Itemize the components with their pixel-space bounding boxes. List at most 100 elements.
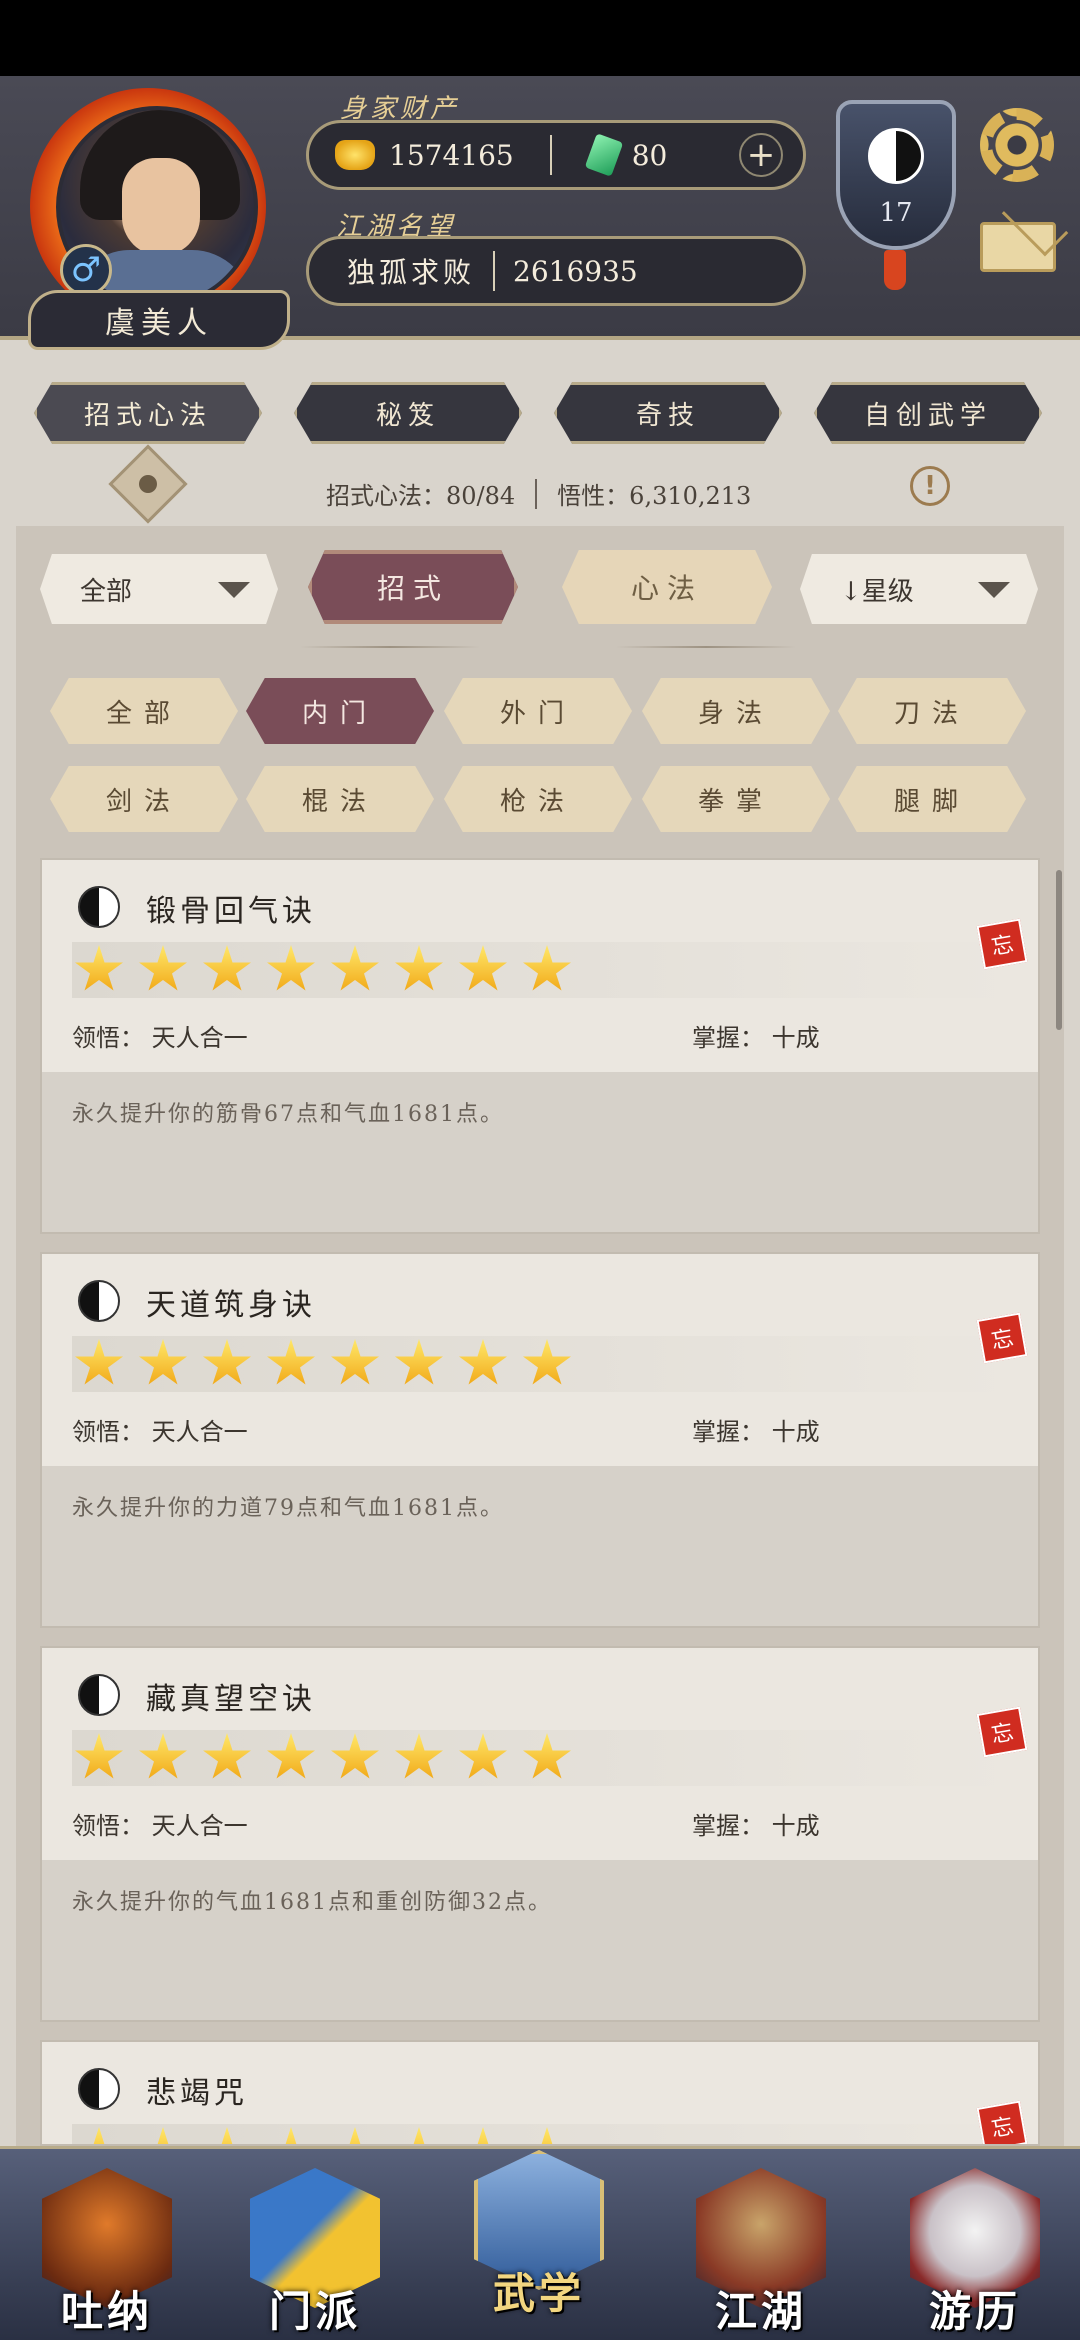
tab-mind-arts[interactable]: 心法 (562, 550, 772, 624)
star-icon (523, 945, 571, 991)
skill-card[interactable]: 藏真望空诀 领悟： 天人合一 掌握： 十成 永久提升你的气血1681点和重创防御… (40, 1646, 1040, 2022)
chip-outer[interactable]: 外门 (444, 678, 632, 744)
chip-kick[interactable]: 腿脚 (838, 766, 1026, 832)
category-dropdown-value: 全部 (80, 576, 133, 607)
star-icon (139, 945, 187, 991)
skill-card[interactable]: 天道筑身诀 领悟： 天人合一 掌握： 十成 永久提升你的力道79点和气血1681… (40, 1252, 1040, 1628)
chip-movement[interactable]: 身法 (642, 678, 830, 744)
star-icon (75, 1339, 123, 1385)
nav-label: 武学 (492, 2269, 585, 2318)
star-icon (267, 1733, 315, 1779)
ornament-divider (616, 646, 796, 648)
star-rating (72, 2124, 1012, 2144)
yin-yang-icon (78, 1674, 120, 1716)
sort-dropdown[interactable]: ↓星级 (800, 554, 1038, 624)
chevron-down-icon (218, 582, 250, 598)
star-icon (459, 1339, 507, 1385)
star-icon (139, 2127, 187, 2144)
star-icon (523, 2127, 571, 2144)
tassel-decoration (884, 250, 906, 290)
yin-yang-icon (78, 2068, 120, 2110)
star-icon (395, 2127, 443, 2144)
star-icon (331, 1733, 379, 1779)
fame-pill: 独孤求败 2616935 (306, 236, 806, 306)
comprehension-level: 领悟： 天人合一 (72, 1812, 248, 1840)
star-icon (331, 1339, 379, 1385)
tab-secret-manuals[interactable]: 秘笈 (294, 382, 522, 444)
nav-travel[interactable]: 游历 (900, 2168, 1050, 2338)
star-icon (203, 1733, 251, 1779)
forget-button[interactable]: 忘 (976, 2100, 1028, 2144)
skill-title: 锻骨回气诀 (146, 894, 316, 929)
chip-all[interactable]: 全部 (50, 678, 238, 744)
status-bar (0, 0, 1080, 76)
info-icon[interactable]: ! (910, 466, 950, 506)
chip-staff[interactable]: 棍法 (246, 766, 434, 832)
gold-amount: 1574165 (389, 138, 514, 172)
jade-icon (584, 133, 624, 177)
chip-spear[interactable]: 枪法 (444, 766, 632, 832)
chip-inner[interactable]: 内门 (246, 678, 434, 744)
star-icon (203, 2127, 251, 2144)
category-dropdown[interactable]: 全部 (40, 554, 278, 624)
mail-icon[interactable] (980, 222, 1056, 272)
skills-count: 招式心法：80/84 (326, 482, 516, 510)
star-icon (139, 1733, 187, 1779)
star-icon (459, 2127, 507, 2144)
mastery-level: 掌握： 十成 (692, 1812, 820, 1840)
comprehension-level: 领悟： 天人合一 (72, 1418, 248, 1446)
nav-label: 门派 (268, 2287, 361, 2336)
gear-icon[interactable] (980, 108, 1054, 182)
star-icon (203, 1339, 251, 1385)
star-icon (75, 945, 123, 991)
nav-label: 江湖 (714, 2287, 807, 2336)
yin-yang-icon (78, 1280, 120, 1322)
forget-button[interactable]: 忘 (976, 1312, 1028, 1364)
skill-card[interactable]: 悲竭咒 忘 (40, 2040, 1040, 2146)
star-icon (459, 945, 507, 991)
chip-fist[interactable]: 拳掌 (642, 766, 830, 832)
forget-button[interactable]: 忘 (976, 918, 1028, 970)
comprehension-level: 领悟： 天人合一 (72, 1024, 248, 1052)
player-name: 虞美人 (28, 290, 290, 350)
nav-sect[interactable]: 门派 (240, 2168, 390, 2338)
skill-title: 藏真望空诀 (146, 1682, 316, 1717)
skill-description: 永久提升你的筋骨67点和气血1681点。 (72, 1102, 504, 1127)
star-icon (267, 1339, 315, 1385)
yin-yang-icon (868, 128, 924, 184)
eye-icon[interactable] (108, 444, 188, 524)
nav-label: 游历 (928, 2287, 1021, 2336)
nav-martial-arts[interactable]: 武学 (464, 2150, 614, 2320)
tab-moves-and-mind[interactable]: 招式心法 (34, 382, 262, 444)
star-rating (72, 1730, 1012, 1786)
nav-breathing[interactable]: 吐纳 (32, 2168, 182, 2338)
star-icon (75, 2127, 123, 2144)
level-badge[interactable]: 17 (836, 100, 956, 250)
skill-card[interactable]: 锻骨回气诀 领悟： 天人合一 掌握： 十成 永久提升你的筋骨67点和气血1681… (40, 858, 1040, 1234)
skill-stats: 招式心法：80/84 悟性：6,310,213 (326, 476, 751, 511)
ornament-divider (300, 646, 480, 648)
nav-jianghu[interactable]: 江湖 (686, 2168, 836, 2338)
star-icon (75, 1733, 123, 1779)
insight-value: 悟性：6,310,213 (557, 482, 752, 510)
tab-moves[interactable]: 招式 (308, 550, 518, 624)
nav-label: 吐纳 (60, 2287, 153, 2336)
fame-title: 独孤求败 (347, 256, 476, 289)
skill-title: 悲竭咒 (146, 2076, 248, 2111)
forget-button[interactable]: 忘 (976, 1706, 1028, 1758)
skill-description: 永久提升你的气血1681点和重创防御32点。 (72, 1890, 552, 1915)
add-currency-button[interactable]: + (739, 133, 783, 177)
tab-special-skills[interactable]: 奇技 (554, 382, 782, 444)
star-icon (331, 945, 379, 991)
star-icon (331, 2127, 379, 2144)
gold-ingot-icon (335, 140, 375, 170)
sort-dropdown-value: ↓星级 (840, 576, 914, 607)
star-icon (139, 1339, 187, 1385)
chip-blade[interactable]: 刀法 (838, 678, 1026, 744)
skill-description: 永久提升你的力道79点和气血1681点。 (72, 1496, 504, 1521)
chip-sword[interactable]: 剑法 (50, 766, 238, 832)
tab-self-created[interactable]: 自创武学 (814, 382, 1042, 444)
scrollbar[interactable] (1056, 870, 1062, 1030)
jade-amount: 80 (631, 138, 668, 172)
star-rating (72, 1336, 1012, 1392)
